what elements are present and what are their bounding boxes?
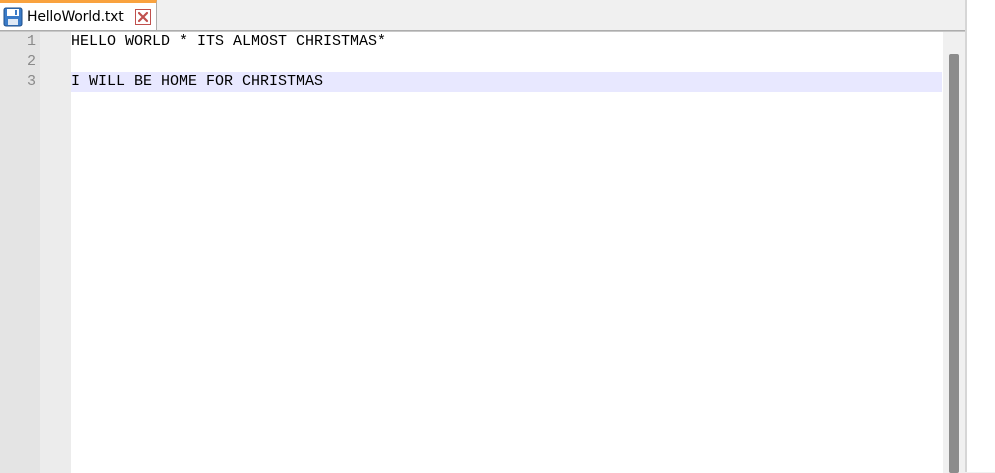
save-icon (3, 7, 23, 27)
scrollbar-thumb[interactable] (949, 54, 959, 473)
text-line[interactable] (71, 52, 942, 72)
line-number-gutter: 1 2 3 (0, 32, 40, 473)
text-line[interactable]: HELLO WORLD * ITS ALMOST CHRISTMAS* (71, 32, 942, 52)
fold-margin[interactable] (40, 32, 71, 473)
line-number: 1 (26, 33, 36, 50)
vertical-scrollbar[interactable] (943, 32, 965, 473)
editor-pane[interactable]: 1 2 3 HELLO WORLD * ITS ALMOST CHRISTMAS… (0, 31, 965, 473)
tab-label: HelloWorld.txt (27, 9, 124, 25)
text-area[interactable]: HELLO WORLD * ITS ALMOST CHRISTMAS* I WI… (71, 32, 943, 473)
line-number: 2 (26, 53, 36, 70)
line-number: 3 (26, 73, 36, 90)
window-background (967, 0, 995, 472)
close-icon[interactable] (135, 9, 151, 25)
tab-bar: HelloWorld.txt (0, 0, 995, 31)
tab-helloworld[interactable]: HelloWorld.txt (0, 0, 157, 30)
current-text-line[interactable]: I WILL BE HOME FOR CHRISTMAS (71, 72, 942, 92)
